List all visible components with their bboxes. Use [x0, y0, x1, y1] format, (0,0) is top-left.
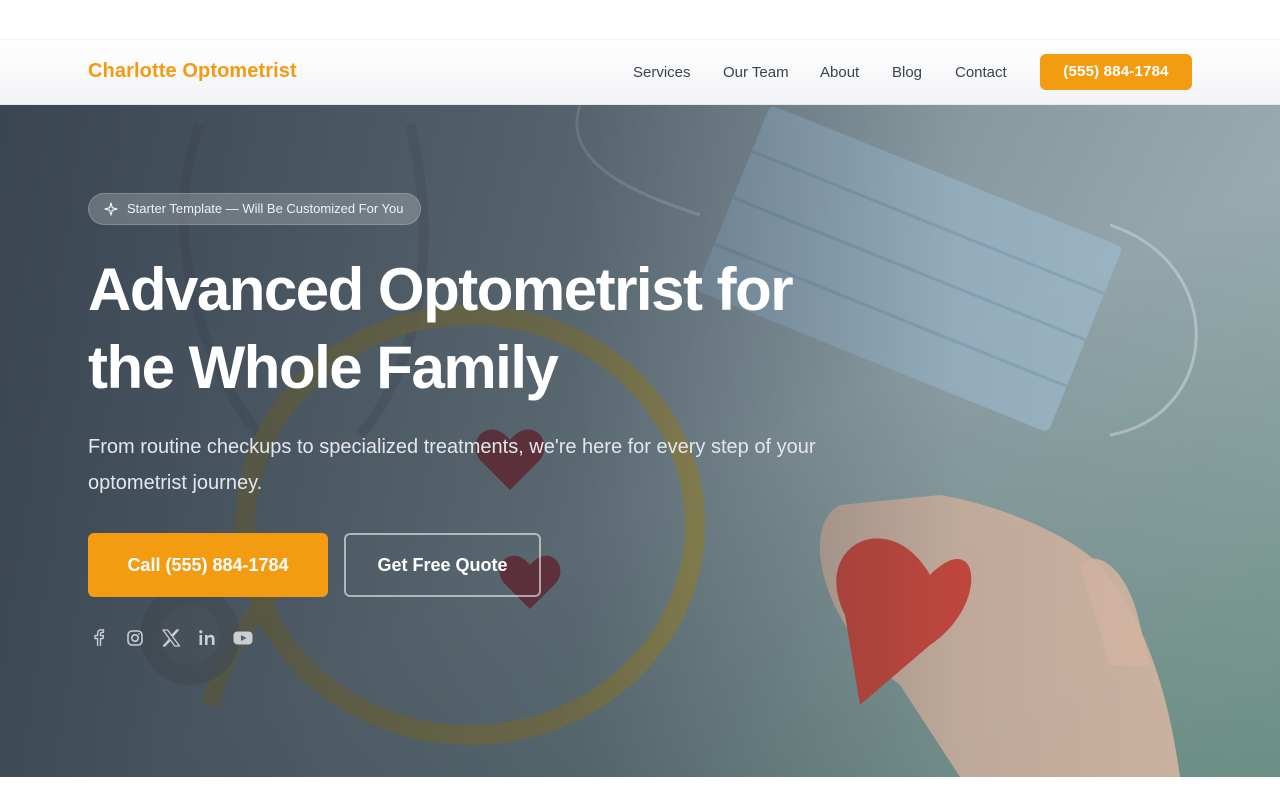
hero-title: Advanced Optometrist for the Whole Famil… — [88, 251, 848, 407]
nav-our-team[interactable]: Our Team — [723, 64, 789, 81]
x-icon[interactable] — [160, 627, 182, 649]
sparkle-icon — [104, 202, 118, 216]
nav-blog[interactable]: Blog — [892, 64, 922, 81]
youtube-icon[interactable] — [232, 627, 254, 649]
nav-services[interactable]: Services — [633, 64, 691, 81]
nav-contact[interactable]: Contact — [955, 64, 1007, 81]
call-button[interactable]: Call (555) 884-1784 — [88, 533, 328, 597]
bottom-strip — [0, 777, 1280, 800]
template-badge: Starter Template — Will Be Customized Fo… — [88, 193, 421, 225]
get-free-quote-button[interactable]: Get Free Quote — [344, 533, 541, 597]
hero-title-line-1: Advanced Optometrist for — [88, 256, 794, 323]
instagram-icon[interactable] — [124, 627, 146, 649]
hero-section: Starter Template — Will Be Customized Fo… — [0, 105, 1280, 777]
facebook-icon[interactable] — [88, 627, 110, 649]
hero-subtitle: From routine checkups to specialized tre… — [88, 436, 816, 494]
linkedin-icon[interactable] — [196, 627, 218, 649]
hero-title-line-2: the Whole Family — [88, 334, 559, 401]
badge-label: Starter Template — Will Be Customized Fo… — [127, 201, 404, 216]
site-header: Charlotte Optometrist Services Our Team … — [0, 40, 1280, 105]
top-strip — [0, 0, 1280, 40]
nav-about[interactable]: About — [820, 64, 859, 81]
header-phone-button[interactable]: (555) 884-1784 — [1040, 54, 1192, 90]
